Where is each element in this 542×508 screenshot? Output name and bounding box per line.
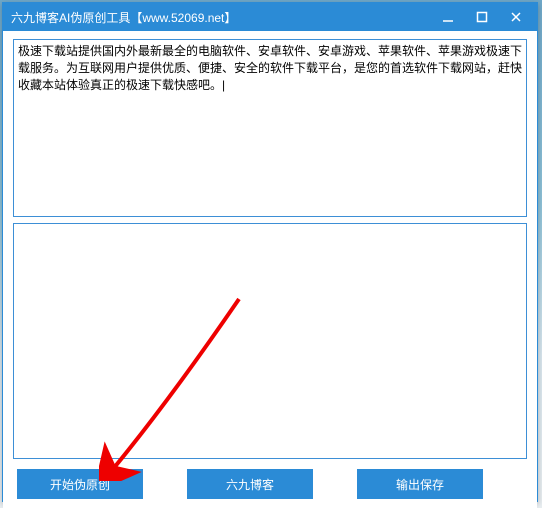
start-button[interactable]: 开始伪原创 bbox=[17, 469, 143, 499]
maximize-button[interactable] bbox=[465, 3, 499, 31]
output-textarea[interactable] bbox=[13, 223, 527, 459]
window-title: 六九博客AI伪原创工具【www.52069.net】 bbox=[11, 9, 431, 26]
desktop-backdrop: 极速下载站 六九博客AI伪原创工具【www.52069.net】 开始伪原创 bbox=[0, 0, 542, 508]
window-controls bbox=[431, 3, 533, 31]
button-row: 开始伪原创 六九博客 输出保存 bbox=[13, 465, 527, 501]
titlebar: 六九博客AI伪原创工具【www.52069.net】 bbox=[3, 3, 537, 31]
close-button[interactable] bbox=[499, 3, 533, 31]
minimize-button[interactable] bbox=[431, 3, 465, 31]
app-window: 六九博客AI伪原创工具【www.52069.net】 开始伪原创 六九博客 输出… bbox=[2, 2, 538, 502]
export-button[interactable]: 输出保存 bbox=[357, 469, 483, 499]
client-area: 开始伪原创 六九博客 输出保存 bbox=[3, 31, 537, 508]
input-textarea[interactable] bbox=[13, 39, 527, 217]
blog-button[interactable]: 六九博客 bbox=[187, 469, 313, 499]
